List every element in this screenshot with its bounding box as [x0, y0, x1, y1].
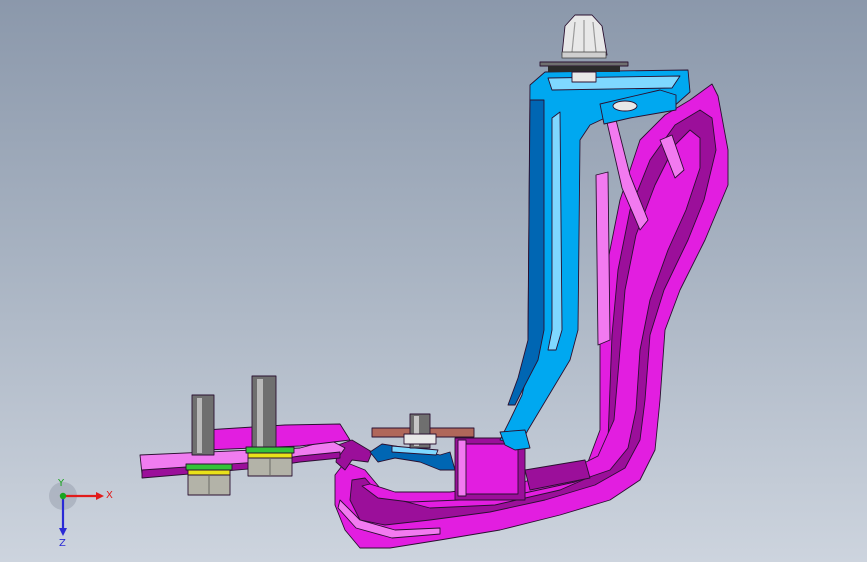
clip-stem: [571, 71, 597, 83]
stud-washer-yellow: [187, 469, 231, 476]
z-axis-label: Z: [59, 538, 66, 548]
stud-shaft: [191, 394, 215, 456]
stud-washer-green: [185, 463, 233, 471]
housing-rib-block-edge: [457, 439, 467, 497]
base-plate-assembly[interactable]: [139, 375, 351, 496]
bracket-top-highlight: [547, 75, 681, 91]
stud-washer-green: [245, 446, 295, 454]
y-axis-label: Y: [57, 478, 65, 489]
stud-washer-yellow: [247, 452, 293, 459]
clip-washer: [539, 61, 629, 67]
coordinate-triad: X Y Z: [49, 478, 113, 548]
bracket-column-shadow: [507, 99, 545, 406]
clip-foot: [612, 100, 638, 112]
section-view-model[interactable]: [0, 0, 867, 562]
stud-shaft: [251, 375, 277, 452]
center-pin-cap: [403, 433, 437, 445]
x-axis-label: X: [106, 490, 113, 501]
cad-viewport[interactable]: X Y Z: [0, 0, 867, 562]
housing-rib-block-face: [461, 443, 519, 495]
housing-rib-highlight-3: [595, 171, 611, 346]
